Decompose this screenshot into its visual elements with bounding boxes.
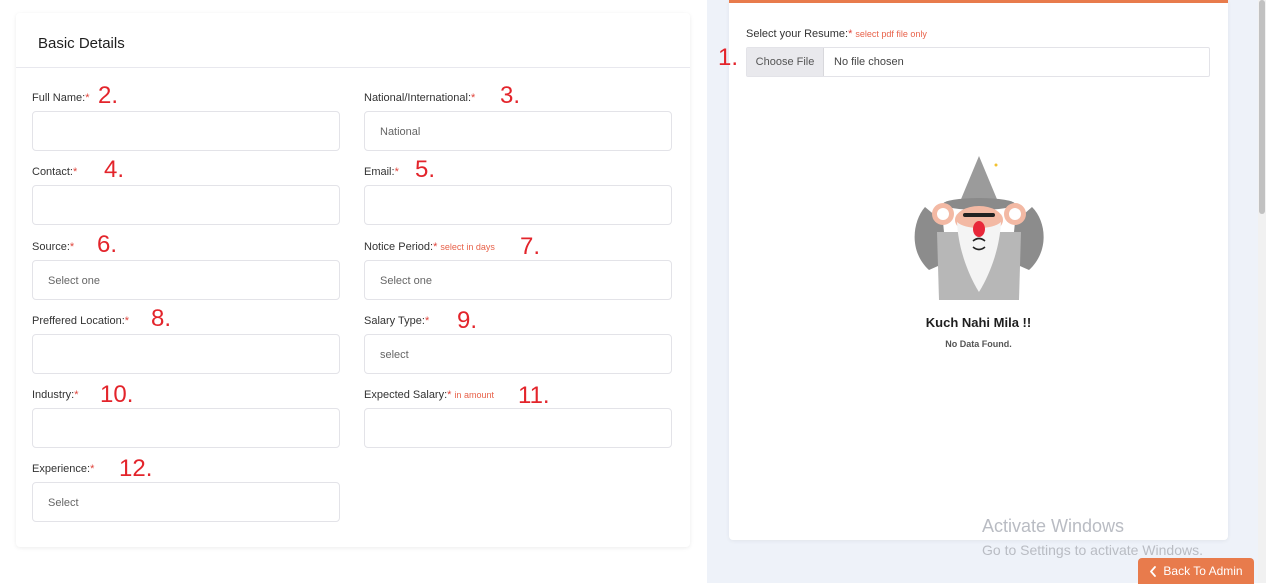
experience-select[interactable]: Select — [32, 482, 340, 522]
notice-period-select[interactable]: Select one — [364, 260, 672, 300]
resume-file-input[interactable]: Choose File No file chosen — [746, 47, 1210, 77]
annotation-6: 6. — [97, 231, 118, 258]
resume-card: Select your Resume:* select pdf file only… — [729, 0, 1228, 540]
preferred-location-label: Preffered Location:* — [32, 315, 130, 327]
back-to-admin-label: Back To Admin — [1163, 564, 1243, 578]
activate-windows-title: Activate Windows — [982, 516, 1125, 536]
annotation-9: 9. — [457, 307, 478, 334]
wizard-hat — [959, 156, 999, 204]
email-input[interactable] — [364, 185, 672, 225]
card-title: Basic Details — [38, 35, 125, 52]
wizard-illustration — [914, 156, 1044, 300]
full-name-input[interactable] — [32, 111, 340, 151]
empty-state-subtitle: No Data Found. — [945, 339, 1012, 349]
source-label: Source:* — [32, 241, 75, 253]
industry-input[interactable] — [32, 408, 340, 448]
salary-type-label: Salary Type:* — [364, 315, 430, 327]
preferred-location-input[interactable] — [32, 334, 340, 374]
salary-type-select[interactable]: select — [364, 334, 672, 374]
empty-state-title: Kuch Nahi Mila !! — [925, 315, 1032, 330]
experience-label: Experience:* — [32, 463, 95, 475]
national-international-label: National/International:* — [364, 92, 476, 104]
chevron-left-icon — [1150, 565, 1157, 577]
industry-label: Industry:* — [32, 389, 79, 401]
activate-windows-subtitle: Go to Settings to activate Windows. — [982, 542, 1203, 558]
annotation-4: 4. — [104, 156, 125, 183]
annotation-8: 8. — [151, 305, 172, 332]
expected-salary-label: Expected Salary:* in amount — [364, 389, 494, 401]
spark-dot — [994, 163, 998, 167]
wizard-eyes — [963, 213, 995, 217]
expected-salary-input[interactable] — [364, 408, 672, 448]
wizard-left-palm — [937, 208, 949, 220]
contact-label: Contact:* — [32, 166, 78, 178]
contact-input[interactable] — [32, 185, 340, 225]
notice-period-label: Notice Period:* select in days — [364, 241, 495, 253]
resume-label: Select your Resume:* select pdf file only — [746, 28, 927, 40]
email-label: Email:* — [364, 166, 399, 178]
file-status: No file chosen — [834, 56, 904, 68]
annotation-1: 1. — [718, 44, 739, 71]
annotation-10: 10. — [100, 381, 134, 408]
annotation-2: 2. — [98, 82, 119, 109]
annotation-12: 12. — [119, 455, 153, 482]
back-to-admin-button[interactable]: Back To Admin — [1138, 558, 1254, 584]
scrollbar-thumb[interactable] — [1259, 0, 1265, 214]
accent-top-bar — [729, 0, 1228, 3]
wizard-right-palm — [1009, 208, 1021, 220]
choose-file-button[interactable]: Choose File — [747, 48, 824, 76]
national-international-select[interactable]: National — [364, 111, 672, 151]
card-header: Basic Details — [16, 13, 690, 68]
wizard-nose — [973, 221, 985, 237]
source-select[interactable]: Select one — [32, 260, 340, 300]
annotation-11: 11. — [518, 382, 550, 409]
annotation-5: 5. — [415, 156, 436, 183]
annotation-7: 7. — [520, 233, 541, 260]
full-name-label: Full Name:* — [32, 92, 90, 104]
annotation-3: 3. — [500, 82, 521, 109]
